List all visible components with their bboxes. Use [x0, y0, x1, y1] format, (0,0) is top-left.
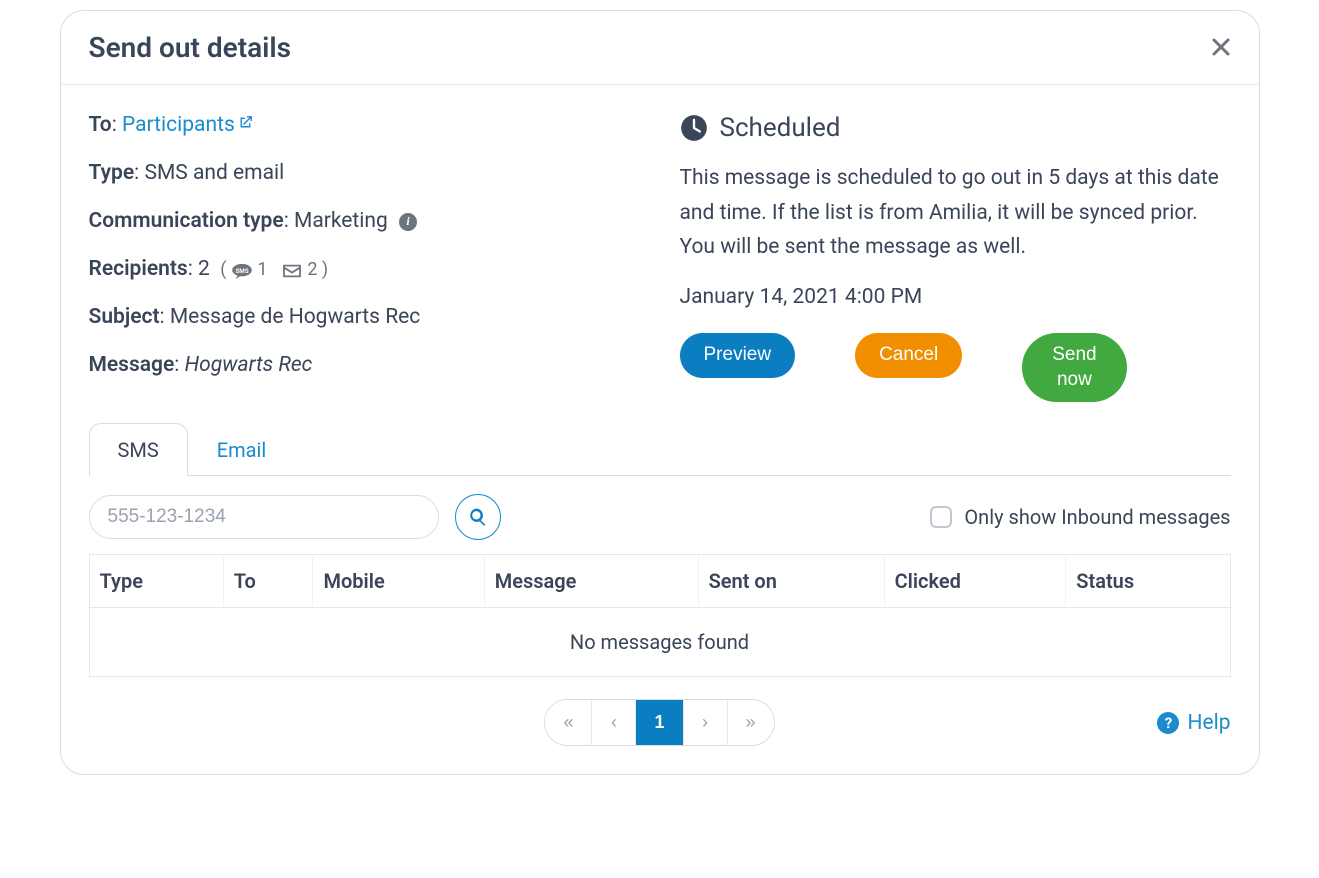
th-to: To: [223, 555, 313, 608]
modal-header: Send out details: [61, 11, 1259, 85]
type-value: SMS and email: [144, 161, 284, 185]
modal-title: Send out details: [89, 31, 292, 64]
message-label: Message: [89, 353, 175, 377]
close-button[interactable]: [1211, 34, 1231, 62]
filter-row: Only show Inbound messages: [89, 494, 1231, 540]
phone-search-input[interactable]: [89, 495, 439, 539]
svg-text:SMS: SMS: [235, 266, 248, 274]
message-row: Message: Hogwarts Rec: [89, 353, 640, 377]
cancel-button[interactable]: Cancel: [855, 333, 962, 378]
modal-body: To: Participants Type: SMS and email Com…: [61, 85, 1259, 774]
scheduled-header: Scheduled: [680, 113, 1231, 143]
th-clicked: Clicked: [884, 555, 1066, 608]
subject-row: Subject: Message de Hogwarts Rec: [89, 305, 640, 329]
details-column: To: Participants Type: SMS and email Com…: [89, 113, 640, 402]
scheduled-description: This message is scheduled to go out in 5…: [680, 161, 1231, 265]
external-link-icon: [237, 113, 254, 137]
email-count: 2: [307, 259, 317, 280]
clock-icon: [680, 114, 708, 142]
to-label: To: [89, 113, 112, 137]
th-mobile: Mobile: [313, 555, 484, 608]
recipients-label: Recipients: [89, 257, 188, 281]
communication-type-value: Marketing: [294, 209, 388, 233]
page-first-button[interactable]: «: [545, 700, 592, 745]
type-label: Type: [89, 161, 135, 185]
participants-link[interactable]: Participants: [122, 113, 254, 137]
page-prev-button[interactable]: ‹: [592, 700, 636, 745]
send-out-details-modal: Send out details To: Participants Type: …: [60, 10, 1260, 775]
action-buttons: Preview Cancel Sendnow: [680, 333, 1231, 402]
search-icon: [468, 507, 488, 527]
send-now-button[interactable]: Sendnow: [1022, 333, 1126, 402]
pagination: « ‹ 1 › »: [544, 699, 774, 746]
tab-sms[interactable]: SMS: [89, 423, 188, 476]
close-icon: [1211, 37, 1231, 57]
preview-button[interactable]: Preview: [680, 333, 796, 378]
messages-table: Type To Mobile Message Sent on Clicked S…: [89, 554, 1231, 677]
search-button[interactable]: [455, 494, 501, 540]
subject-value: Message de Hogwarts Rec: [170, 305, 420, 329]
sms-count: 1: [257, 259, 267, 280]
empty-message: No messages found: [89, 608, 1230, 677]
subject-label: Subject: [89, 305, 160, 329]
page-1-button[interactable]: 1: [636, 700, 683, 745]
tab-email[interactable]: Email: [188, 423, 296, 476]
inbound-label: Only show Inbound messages: [964, 505, 1230, 529]
help-label: Help: [1187, 711, 1230, 735]
th-type: Type: [89, 555, 223, 608]
page-next-button[interactable]: ›: [684, 700, 728, 745]
recipients-row: Recipients: 2 ( SMS 1 2 ): [89, 257, 640, 281]
th-sent-on: Sent on: [698, 555, 884, 608]
communication-type-label: Communication type: [89, 209, 284, 233]
recipients-count: 2: [198, 257, 210, 281]
scheduled-column: Scheduled This message is scheduled to g…: [680, 113, 1231, 402]
page-last-button[interactable]: »: [728, 700, 774, 745]
envelope-icon: [281, 263, 303, 279]
scheduled-heading-text: Scheduled: [720, 113, 841, 143]
to-row: To: Participants: [89, 113, 640, 137]
scheduled-datetime: January 14, 2021 4:00 PM: [680, 285, 1231, 309]
help-link[interactable]: ? Help: [1157, 711, 1230, 735]
table-footer: « ‹ 1 › » ? Help: [89, 699, 1231, 746]
type-row: Type: SMS and email: [89, 161, 640, 185]
help-icon: ?: [1157, 712, 1179, 734]
communication-type-row: Communication type: Marketing i: [89, 209, 640, 233]
message-value: Hogwarts Rec: [185, 353, 313, 377]
inbound-checkbox[interactable]: [930, 506, 952, 528]
info-icon[interactable]: i: [399, 213, 417, 231]
th-status: Status: [1066, 555, 1230, 608]
participants-link-text: Participants: [122, 113, 235, 137]
th-message: Message: [484, 555, 698, 608]
inbound-filter[interactable]: Only show Inbound messages: [930, 505, 1230, 529]
message-tabs: SMS Email: [89, 422, 1231, 476]
sms-icon: SMS: [231, 263, 253, 279]
